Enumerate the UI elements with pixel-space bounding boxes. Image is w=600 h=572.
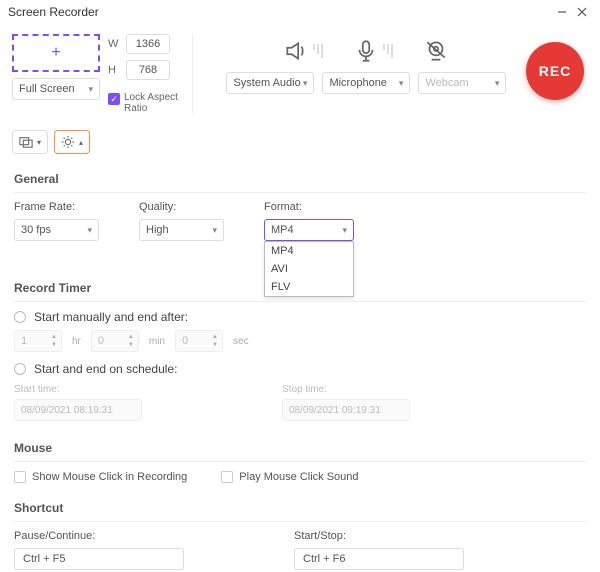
shortcut-section: Shortcut Pause/Continue: Ctrl + F5 Start…: [0, 491, 600, 572]
hours-spinner[interactable]: 1▲▼: [14, 330, 62, 352]
minutes-spinner[interactable]: 0▲▼: [91, 330, 139, 352]
chevron-up-icon: ▴: [79, 138, 83, 147]
start-time-label: Start time:: [14, 384, 142, 395]
record-button[interactable]: REC: [526, 42, 584, 100]
stop-time-label: Stop time:: [282, 384, 410, 395]
lock-aspect-label: Lock Aspect Ratio: [124, 92, 178, 114]
chevron-down-icon: ▾: [212, 225, 217, 236]
format-dropdown: MP4 AVI FLV: [264, 241, 354, 297]
framerate-label: Frame Rate:: [14, 201, 99, 213]
quality-select[interactable]: High▾: [139, 219, 224, 241]
minimize-button[interactable]: [552, 2, 572, 22]
seconds-unit: sec: [233, 336, 249, 347]
lock-aspect-checkbox[interactable]: ✓: [108, 93, 120, 105]
windowed-tab-button[interactable]: ▾: [12, 130, 48, 154]
speaker-icon[interactable]: [283, 38, 323, 64]
device-panel: System Audio▾ Microphone▾ Webcam▾: [207, 34, 526, 94]
tab-row: ▾ ▴: [0, 114, 600, 162]
schedule-label: Start and end on schedule:: [34, 362, 177, 376]
width-input[interactable]: 1366: [126, 34, 170, 54]
show-click-label: Show Mouse Click in Recording: [32, 471, 187, 483]
region-controls: + Full Screen ▾ W 1366 H 768 ✓ Lock Aspe…: [12, 34, 178, 114]
mic-select[interactable]: Microphone▾: [322, 72, 410, 94]
divider: [192, 34, 193, 114]
format-option-mp4[interactable]: MP4: [265, 242, 353, 260]
webcam-select[interactable]: Webcam▾: [418, 72, 506, 94]
chevron-down-icon: ▾: [37, 138, 41, 147]
pause-shortcut-input[interactable]: Ctrl + F5: [14, 548, 184, 570]
hours-unit: hr: [72, 336, 81, 347]
mouse-section: Mouse Show Mouse Click in Recording Play…: [0, 431, 600, 485]
mouse-title: Mouse: [14, 435, 586, 462]
manual-radio[interactable]: [14, 311, 26, 323]
general-title: General: [14, 166, 586, 193]
chevron-down-icon: ▾: [342, 225, 347, 236]
framerate-select[interactable]: 30 fps▾: [14, 219, 99, 241]
width-label: W: [108, 38, 120, 50]
capture-region[interactable]: +: [12, 34, 100, 72]
window-title: Screen Recorder: [8, 5, 552, 19]
stop-time-input[interactable]: 08/09/2021 09:19:31: [282, 399, 410, 421]
quality-label: Quality:: [139, 201, 224, 213]
minutes-unit: min: [149, 336, 165, 347]
play-sound-label: Play Mouse Click Sound: [239, 471, 358, 483]
format-option-flv[interactable]: FLV: [265, 278, 353, 296]
settings-tab-button[interactable]: ▴: [54, 130, 90, 154]
top-panel: + Full Screen ▾ W 1366 H 768 ✓ Lock Aspe…: [0, 24, 600, 114]
region-mode-value: Full Screen: [19, 83, 75, 95]
chevron-down-icon: ▾: [87, 225, 92, 236]
titlebar: Screen Recorder: [0, 0, 600, 24]
play-sound-checkbox[interactable]: [221, 471, 233, 483]
shortcut-title: Shortcut: [14, 495, 586, 522]
close-button[interactable]: [572, 2, 592, 22]
audio-select[interactable]: System Audio▾: [226, 72, 314, 94]
seconds-spinner[interactable]: 0▲▼: [175, 330, 223, 352]
chevron-down-icon: ▾: [303, 78, 308, 89]
manual-label: Start manually and end after:: [34, 310, 188, 324]
pause-label: Pause/Continue:: [14, 530, 184, 542]
show-click-checkbox[interactable]: [14, 471, 26, 483]
height-input[interactable]: 768: [126, 60, 170, 80]
startstop-shortcut-input[interactable]: Ctrl + F6: [294, 548, 464, 570]
webcam-disabled-icon[interactable]: [423, 38, 449, 64]
chevron-down-icon: ▾: [399, 78, 404, 89]
format-select[interactable]: MP4▾: [264, 219, 354, 241]
chevron-down-icon: ▾: [495, 78, 500, 89]
start-time-input[interactable]: 08/09/2021 08:19:31: [14, 399, 142, 421]
microphone-icon[interactable]: [353, 38, 393, 64]
format-option-avi[interactable]: AVI: [265, 260, 353, 278]
height-label: H: [108, 64, 120, 76]
startstop-label: Start/Stop:: [294, 530, 464, 542]
format-label: Format:: [264, 201, 354, 213]
region-mode-select[interactable]: Full Screen ▾: [12, 78, 100, 100]
schedule-radio[interactable]: [14, 363, 26, 375]
chevron-down-icon: ▾: [88, 84, 93, 95]
general-section: General Frame Rate: 30 fps▾ Quality: Hig…: [0, 162, 600, 243]
